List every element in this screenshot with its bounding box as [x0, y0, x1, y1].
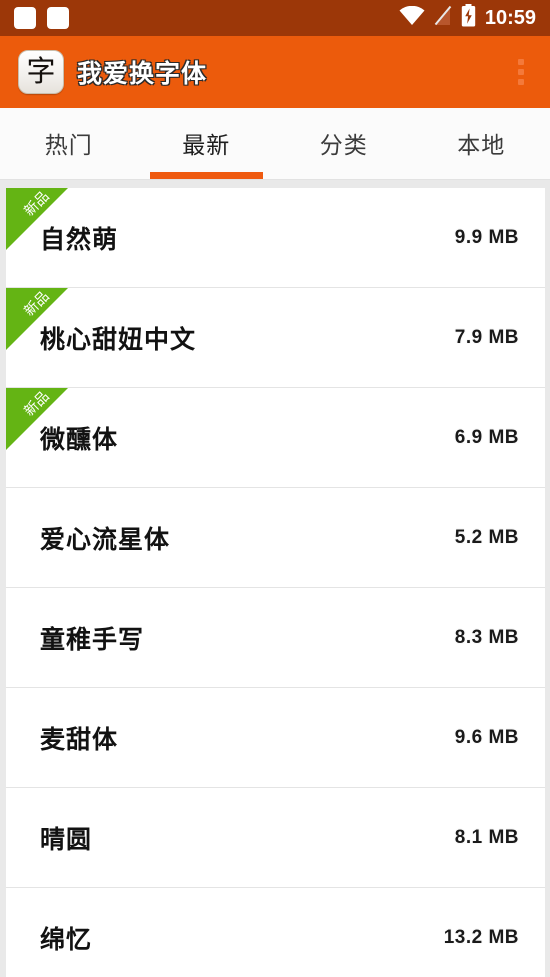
font-size-label: 8.1 MB — [454, 826, 519, 848]
tab-newest[interactable]: 最新 — [138, 108, 276, 179]
tab-label: 分类 — [319, 132, 368, 159]
font-name: 晴圆 — [40, 824, 93, 854]
tab-bar: 热门 最新 分类 本地 — [0, 108, 550, 180]
tab-label: 最新 — [182, 132, 231, 159]
overflow-menu-icon[interactable] — [506, 47, 536, 97]
font-size-label: 6.9 MB — [454, 426, 519, 448]
font-name: 桃心甜妞中文 — [40, 324, 197, 354]
tab-local[interactable]: 本地 — [413, 108, 550, 179]
font-list-scroll-area[interactable]: 新品 自然萌 9.9 MB 新品 桃心甜妞中文 7.9 MB 新品 微醺体 6.9 MB 爱心流星… — [0, 180, 550, 977]
font-size-label: 13.2 MB — [443, 927, 519, 948]
font-name: 绵忆 — [40, 925, 93, 954]
font-size-label: 7.9 MB — [454, 326, 519, 348]
font-list-item[interactable]: 绵忆 13.2 MB — [6, 888, 545, 977]
tab-category[interactable]: 分类 — [275, 108, 413, 179]
font-list: 新品 自然萌 9.9 MB 新品 桃心甜妞中文 7.9 MB 新品 微醺体 6.9 MB 爱心流星… — [6, 188, 545, 977]
font-list-item[interactable]: 爱心流星体 5.2 MB — [6, 488, 545, 588]
font-size-label: 8.3 MB — [454, 626, 519, 648]
font-list-item[interactable]: 麦甜体 9.6 MB — [6, 688, 545, 788]
status-bar-notifications — [14, 7, 69, 29]
font-name: 童稚手写 — [40, 624, 145, 654]
overflow-dot — [518, 69, 524, 75]
wifi-icon — [399, 5, 425, 31]
font-size-label: 9.9 MB — [454, 226, 519, 248]
overflow-dot — [518, 59, 524, 65]
tab-label: 本地 — [457, 132, 506, 159]
app-logo-glyph: 字 — [26, 54, 56, 88]
font-name: 微醺体 — [40, 424, 119, 454]
font-list-item[interactable]: 童稚手写 8.3 MB — [6, 588, 545, 688]
no-signal-icon — [434, 5, 452, 31]
app-root: 10:59 字 我爱换字体 热门 最新 分类 本地 新品 自然萌 9.9 MB 新品桃… — [0, 0, 550, 977]
font-size-label: 9.6 MB — [454, 726, 519, 748]
app-logo-icon: 字 — [18, 50, 64, 94]
font-name: 麦甜体 — [40, 724, 119, 754]
font-name: 爱心流星体 — [40, 524, 171, 554]
tab-label: 热门 — [44, 132, 93, 159]
app-bar: 字 我爱换字体 — [0, 36, 550, 108]
page-title: 我爱换字体 — [77, 59, 208, 88]
notification-square-icon — [14, 7, 36, 29]
font-size-label: 5.2 MB — [454, 526, 519, 548]
status-bar-system-icons: 10:59 — [399, 4, 536, 32]
font-list-item[interactable]: 晴圆 8.1 MB — [6, 788, 545, 888]
font-list-item[interactable]: 新品 桃心甜妞中文 7.9 MB — [6, 288, 545, 388]
notification-square-icon — [47, 7, 69, 29]
tab-hot[interactable]: 热门 — [0, 108, 138, 179]
battery-charging-icon — [461, 4, 476, 32]
status-bar-clock: 10:59 — [484, 7, 536, 29]
overflow-dot — [518, 79, 524, 85]
font-list-item[interactable]: 新品 微醺体 6.9 MB — [6, 388, 545, 488]
font-list-item[interactable]: 新品 自然萌 9.9 MB — [6, 188, 545, 288]
status-bar: 10:59 — [0, 0, 550, 36]
font-name: 自然萌 — [40, 224, 119, 254]
